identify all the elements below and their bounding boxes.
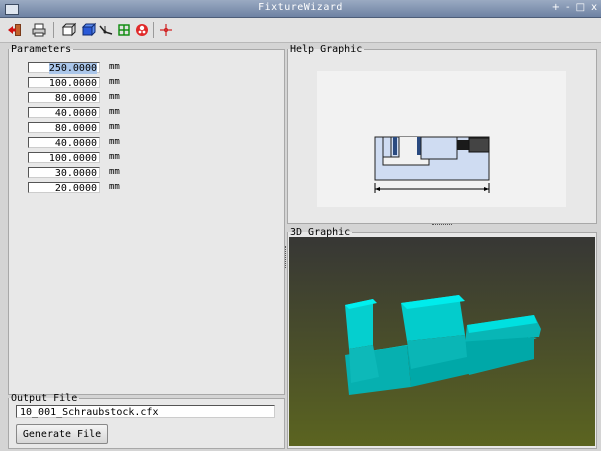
window-controls: + - □ x <box>552 2 597 13</box>
toolbar <box>0 18 601 43</box>
view-iso-icon[interactable] <box>79 21 97 39</box>
selected-text: 250.0000 <box>48 62 97 74</box>
title-bar: FixtureWizard + - □ x <box>0 0 601 18</box>
grid-icon[interactable] <box>115 21 133 39</box>
restore-button[interactable]: □ <box>576 2 585 13</box>
parameter-unit: mm <box>109 182 120 192</box>
parameter-input[interactable]: 30.0000 <box>28 166 100 179</box>
parameter-input[interactable]: 100.0000 <box>28 151 100 164</box>
parameter-input[interactable]: 20.0000 <box>28 181 100 194</box>
maximize-button[interactable]: + <box>552 2 560 13</box>
parameter-input[interactable]: 250.0000 <box>28 61 100 74</box>
parameter-unit: mm <box>109 107 120 117</box>
parameters-label: Parameters <box>11 44 72 55</box>
parameter-unit: mm <box>109 77 120 87</box>
parameter-unit: mm <box>109 122 120 132</box>
parameter-unit: mm <box>109 152 120 162</box>
parameter-row: 250.0000 mm <box>28 61 120 74</box>
toolbar-separator <box>53 22 54 38</box>
view-side-icon[interactable] <box>97 21 115 39</box>
toolbar-separator <box>153 22 154 38</box>
parameter-unit: mm <box>109 167 120 177</box>
vise-schematic-drawing <box>374 136 490 193</box>
parameter-input[interactable]: 40.0000 <box>28 106 100 119</box>
output-filename-input[interactable]: 10_001_Schraubstock.cfx <box>16 405 275 418</box>
close-button[interactable]: x <box>591 2 597 13</box>
parameter-unit: mm <box>109 137 120 147</box>
parameter-input[interactable]: 80.0000 <box>28 121 100 134</box>
parameter-row: 40.0000 mm <box>28 136 120 149</box>
print-icon[interactable] <box>30 21 48 39</box>
view-front-icon[interactable] <box>59 21 77 39</box>
parameter-row: 100.0000 mm <box>28 151 120 164</box>
help-graphic-label: Help Graphic <box>290 44 363 55</box>
parameter-row: 80.0000 mm <box>28 121 120 134</box>
parameter-row: 80.0000 mm <box>28 91 120 104</box>
generate-file-button[interactable]: Generate File <box>16 424 108 444</box>
parameter-input[interactable]: 100.0000 <box>28 76 100 89</box>
parameter-unit: mm <box>109 62 120 72</box>
vise-3d-model <box>345 295 541 395</box>
parameter-row: 40.0000 mm <box>28 106 120 119</box>
viewport-3d[interactable] <box>289 237 595 446</box>
parameter-row: 30.0000 mm <box>28 166 120 179</box>
parameter-unit: mm <box>109 92 120 102</box>
exit-icon[interactable] <box>6 21 24 39</box>
parameter-input[interactable]: 80.0000 <box>28 91 100 104</box>
parameter-input[interactable]: 40.0000 <box>28 136 100 149</box>
window-title: FixtureWizard <box>258 2 343 13</box>
output-label: Output File <box>11 393 78 404</box>
help-graphic-canvas <box>317 71 566 207</box>
minimize-button[interactable]: - <box>566 2 570 13</box>
parameter-row: 20.0000 mm <box>28 181 120 194</box>
parameter-row: 100.0000 mm <box>28 76 120 89</box>
palette-icon[interactable] <box>133 21 151 39</box>
crosshair-icon[interactable] <box>157 21 175 39</box>
